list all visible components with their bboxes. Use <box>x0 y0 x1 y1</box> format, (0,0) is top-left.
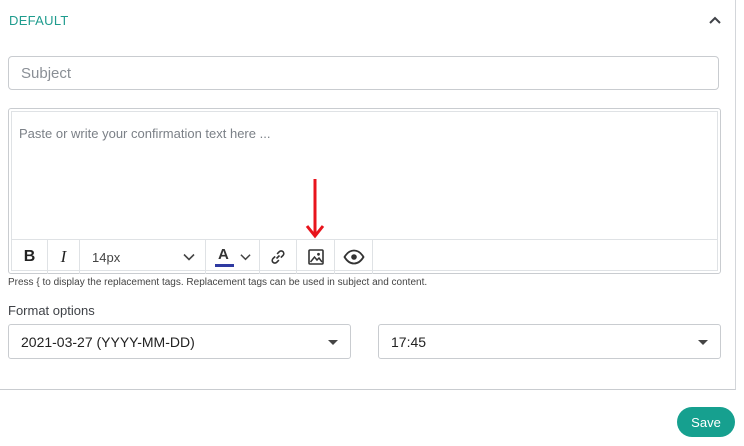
link-icon <box>271 250 285 264</box>
chevron-down-icon <box>240 254 251 261</box>
replacement-tags-hint: Press { to display the replacement tags.… <box>8 277 428 288</box>
bold-button[interactable]: B <box>12 240 48 274</box>
text-color-icon: A <box>218 246 229 263</box>
font-size-select[interactable]: 14px <box>80 240 206 274</box>
confirmation-text-editor: Paste or write your confirmation text he… <box>8 108 721 274</box>
text-color-button[interactable]: A <box>206 240 260 274</box>
eye-icon <box>342 249 365 265</box>
chevron-up-icon[interactable] <box>707 12 723 28</box>
italic-button[interactable]: I <box>48 240 80 274</box>
insert-link-button[interactable] <box>260 240 297 274</box>
subject-input[interactable] <box>8 56 719 90</box>
editor-content-area[interactable]: Paste or write your confirmation text he… <box>19 126 270 141</box>
default-settings-panel: DEFAULT Paste or write your confirmation… <box>0 0 736 390</box>
time-format-value: 17:45 <box>391 334 427 350</box>
time-format-select[interactable]: 17:45 <box>378 324 721 359</box>
text-color-swatch <box>215 264 234 267</box>
section-title: DEFAULT <box>9 13 69 28</box>
editor-toolbar: B I 14px A <box>12 239 717 274</box>
bold-icon: B <box>23 248 36 265</box>
save-button[interactable]: Save <box>677 407 735 437</box>
insert-image-button[interactable] <box>297 240 335 274</box>
format-options-label: Format options <box>8 303 95 318</box>
date-format-value: 2021-03-27 (YYYY-MM-DD) <box>21 334 195 350</box>
image-icon <box>307 249 324 265</box>
font-size-value: 14px <box>92 249 121 265</box>
chevron-down-icon <box>183 253 195 261</box>
caret-down-icon <box>328 340 338 345</box>
annotation-arrow-icon <box>305 179 325 239</box>
preview-button[interactable] <box>335 240 373 274</box>
caret-down-icon <box>698 340 708 345</box>
italic-icon: I <box>60 247 67 266</box>
date-format-select[interactable]: 2021-03-27 (YYYY-MM-DD) <box>8 324 351 359</box>
